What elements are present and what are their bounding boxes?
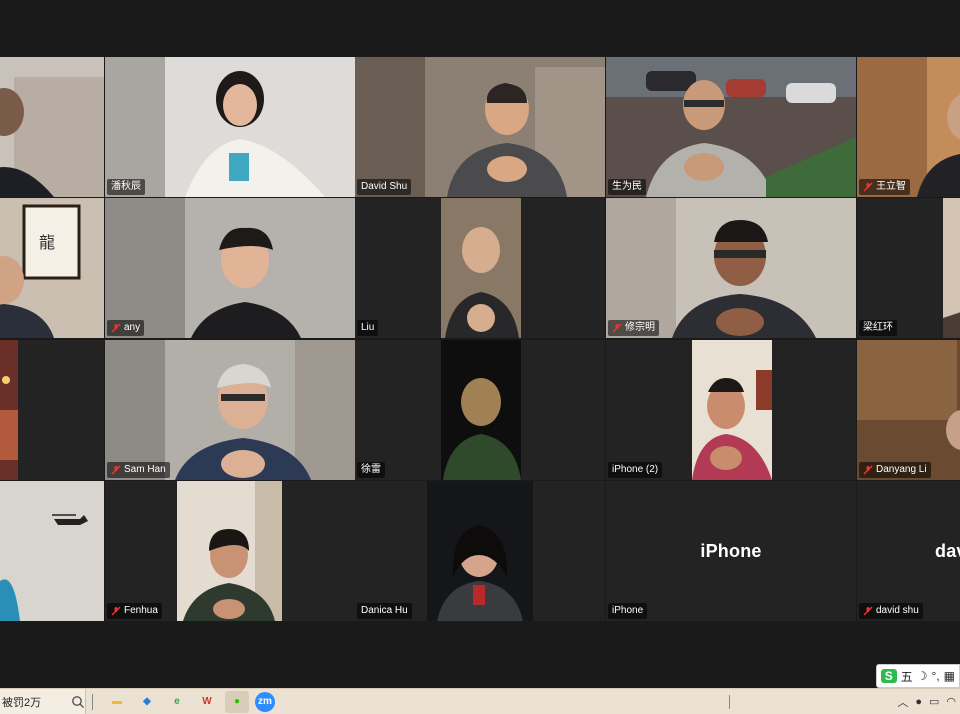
meeting-gallery: 潘秋辰 David Shu 生为民 王立智 龍 any Liu 修宗明 梁红环 … — [0, 0, 960, 688]
search-text[interactable]: 被罚2万 — [2, 694, 71, 710]
participant-tile[interactable] — [0, 57, 104, 197]
participant-tile[interactable]: 徐雷 — [355, 340, 605, 480]
participant-tile[interactable]: 王立智 — [857, 57, 960, 197]
participant-tile[interactable]: Danyang Li — [857, 340, 960, 480]
zoom-icon[interactable]: zm — [255, 691, 275, 712]
participant-name: Danyang Li — [859, 462, 931, 478]
input-mode-toggle[interactable]: 五 — [901, 668, 913, 685]
participant-name: 修宗明 — [608, 320, 659, 336]
participant-name: 梁红环 — [859, 320, 897, 336]
participant-tile[interactable]: 龍 — [0, 198, 104, 338]
tray-divider — [729, 694, 731, 709]
participant-name: Fenhua — [107, 603, 162, 619]
punctuation-toggle[interactable]: °, — [932, 669, 940, 683]
participant-tile[interactable] — [0, 340, 104, 480]
participant-tile[interactable]: 梁红环 — [857, 198, 960, 338]
participant-tile[interactable]: Sam Han — [105, 340, 355, 480]
participant-tile-active-speaker[interactable]: David Shu — [355, 57, 605, 197]
participant-name: 王立智 — [859, 179, 910, 195]
windows-taskbar: 被罚2万 ▬ ◆ e W ● zm ︿ ● ▭ ◠ — [0, 688, 960, 714]
chevron-up-icon[interactable]: ︿ — [897, 694, 908, 710]
participant-name: David Shu — [357, 179, 412, 195]
search-icon[interactable] — [71, 695, 85, 709]
participant-tile[interactable]: iPhone (2) — [606, 340, 856, 480]
participant-tile[interactable]: 潘秋辰 — [105, 57, 355, 197]
store-icon[interactable]: ◆ — [135, 691, 159, 713]
participant-name: david shu — [859, 603, 923, 619]
participant-name: iPhone (2) — [608, 462, 663, 478]
system-tray: ︿ ● ▭ ◠ — [729, 689, 960, 714]
mic-muted-icon — [863, 182, 873, 192]
participant-name: Danica Hu — [357, 603, 412, 619]
file-explorer-icon[interactable]: ▬ — [105, 691, 129, 713]
participant-tile[interactable]: iPhone iPhone — [606, 481, 856, 621]
ime-toolbar[interactable]: S 五 ☽ °, ▦ — [875, 664, 960, 688]
participant-name: iPhone — [608, 603, 648, 619]
participant-name: Sam Han — [107, 462, 170, 478]
mic-muted-icon — [863, 606, 873, 616]
participant-tile[interactable]: any — [105, 198, 355, 338]
browser-icon[interactable]: e — [165, 691, 189, 713]
mic-muted-icon — [863, 465, 873, 475]
participant-name-placeholder: iPhone — [700, 541, 762, 561]
participant-tile[interactable]: 生为民 — [606, 57, 856, 197]
participant-name: 徐雷 — [357, 462, 385, 478]
participant-name: any — [107, 320, 145, 336]
svg-text:龍: 龍 — [39, 233, 55, 252]
mic-muted-icon — [111, 606, 121, 616]
wps-icon[interactable]: W — [195, 691, 219, 713]
moon-icon[interactable]: ☽ — [917, 669, 928, 683]
microphone-icon[interactable]: ● — [915, 696, 922, 708]
participant-name-placeholder: dav — [935, 541, 960, 561]
mic-muted-icon — [111, 323, 121, 333]
participant-tile[interactable]: Fenhua — [105, 481, 355, 621]
soft-keyboard-icon[interactable]: ▦ — [944, 669, 955, 683]
battery-icon[interactable]: ▭ — [929, 695, 939, 708]
participant-tile[interactable]: Liu — [355, 198, 605, 338]
participant-tile[interactable] — [0, 481, 104, 621]
taskbar-search-box[interactable]: 被罚2万 — [0, 689, 86, 714]
taskbar-divider — [92, 693, 93, 710]
wifi-icon[interactable]: ◠ — [946, 695, 956, 708]
participant-tile[interactable]: dav david shu — [857, 481, 960, 621]
participant-name: Liu — [357, 320, 379, 336]
participant-tile[interactable]: Danica Hu — [355, 481, 605, 621]
participant-name: 潘秋辰 — [107, 179, 145, 195]
participant-name: 生为民 — [608, 179, 646, 195]
wechat-icon[interactable]: ● — [225, 690, 249, 713]
sogou-logo-icon[interactable]: S — [880, 669, 897, 683]
mic-muted-icon — [612, 323, 622, 333]
mic-muted-icon — [111, 465, 121, 475]
participant-tile[interactable]: 修宗明 — [606, 198, 856, 338]
